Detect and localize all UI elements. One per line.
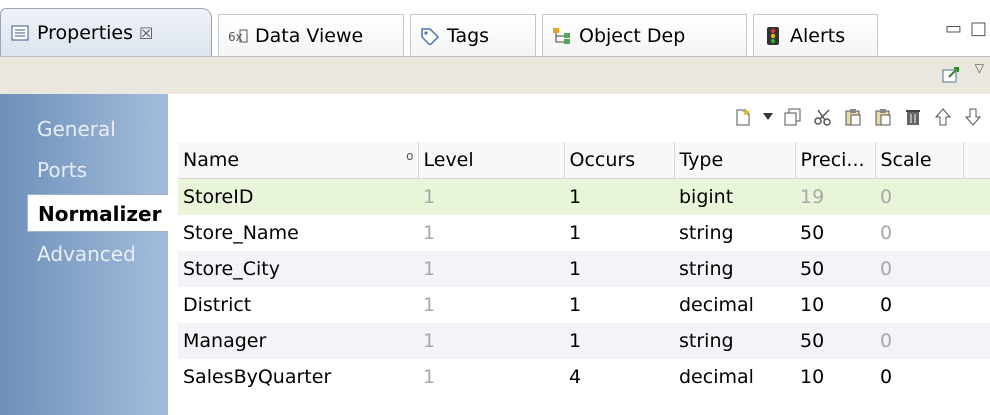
open-editor-icon[interactable] (942, 66, 960, 84)
cell-name[interactable]: Store_City (178, 251, 418, 287)
alerts-icon (762, 25, 784, 47)
cell-name[interactable]: Manager (178, 323, 418, 359)
nav-item-ports[interactable]: Ports (0, 151, 168, 189)
cell-name[interactable]: Store_Name (178, 215, 418, 251)
cell-scale[interactable]: 0 (875, 178, 963, 215)
minimize-icon[interactable]: ▭ (945, 18, 962, 39)
table-row[interactable]: District 1 1 decimal 10 0 (178, 287, 990, 323)
column-header-scale[interactable]: Scale (875, 142, 964, 179)
tag-icon (419, 25, 441, 47)
cell-type[interactable]: decimal (674, 287, 795, 323)
tab-alerts[interactable]: Alerts (753, 14, 878, 56)
column-header-filler (963, 142, 990, 179)
maximize-icon[interactable]: □ (970, 18, 987, 39)
cell-scale[interactable]: 0 (875, 215, 963, 251)
cell-level[interactable]: 1 (418, 323, 564, 359)
properties-section-nav: General Ports Normalizer Advanced (0, 94, 168, 415)
cell-type[interactable]: string (674, 251, 795, 287)
cell-filler (963, 287, 990, 323)
cell-precision[interactable]: 19 (795, 178, 875, 215)
copy-icon[interactable] (782, 105, 804, 129)
cell-occurs[interactable]: 1 (564, 287, 674, 323)
view-tab-bar: Properties ☒ 6x Data Viewe Tags Object D… (0, 0, 990, 57)
cell-precision[interactable]: 10 (795, 359, 875, 395)
cell-type[interactable]: bigint (674, 178, 795, 215)
cell-occurs[interactable]: 1 (564, 215, 674, 251)
cell-name[interactable]: District (178, 287, 418, 323)
view-toolbar-band: ▽ (0, 57, 990, 94)
cell-precision[interactable]: 50 (795, 323, 875, 359)
tab-properties[interactable]: Properties ☒ (0, 8, 212, 57)
cell-type[interactable]: decimal (674, 359, 795, 395)
cell-occurs[interactable]: 1 (564, 323, 674, 359)
cell-precision[interactable]: 10 (795, 287, 875, 323)
column-header-occurs[interactable]: Occurs (564, 142, 675, 179)
cut-icon[interactable] (812, 105, 834, 129)
cell-filler (963, 178, 990, 215)
cell-level[interactable]: 1 (418, 287, 564, 323)
normalizer-ports-table: Name o Level Occurs Type Preci... Scale S… (178, 142, 990, 395)
close-icon[interactable]: ☒ (139, 24, 153, 43)
column-resize-icon: o (406, 149, 414, 163)
paste-icon[interactable] (842, 105, 864, 129)
cell-name[interactable]: StoreID (178, 178, 418, 215)
column-header-precision[interactable]: Preci... (795, 142, 876, 179)
table-row[interactable]: StoreID 1 1 bigint 19 0 (178, 178, 990, 215)
column-header-level[interactable]: Level (418, 142, 565, 179)
properties-icon (9, 22, 31, 44)
table-row[interactable]: Manager 1 1 string 50 0 (178, 323, 990, 359)
cell-level[interactable]: 1 (418, 251, 564, 287)
tab-object-dependency[interactable]: Object Dep (542, 14, 747, 56)
cell-type[interactable]: string (674, 323, 795, 359)
cell-precision[interactable]: 50 (795, 215, 875, 251)
new-icon[interactable] (732, 105, 754, 129)
tab-tags[interactable]: Tags (410, 14, 536, 56)
cell-occurs[interactable]: 1 (564, 251, 674, 287)
delete-icon[interactable] (902, 105, 924, 129)
nav-item-normalizer[interactable]: Normalizer (27, 194, 168, 232)
cell-scale[interactable]: 0 (875, 251, 963, 287)
cell-scale[interactable]: 0 (875, 323, 963, 359)
cell-type[interactable]: string (674, 215, 795, 251)
cell-filler (963, 215, 990, 251)
cell-precision[interactable]: 50 (795, 251, 875, 287)
cell-scale[interactable]: 0 (875, 287, 963, 323)
cell-level[interactable]: 1 (418, 215, 564, 251)
normalizer-panel: Name o Level Occurs Type Preci... Scale S… (168, 94, 990, 415)
column-header-type[interactable]: Type (674, 142, 796, 179)
cell-filler (963, 359, 990, 395)
table-row[interactable]: SalesByQuarter 1 4 decimal 10 0 (178, 359, 990, 395)
table-row[interactable]: Store_Name 1 1 string 50 0 (178, 215, 990, 251)
grid-toolbar (732, 104, 984, 130)
cell-level[interactable]: 1 (418, 359, 564, 395)
nav-item-general[interactable]: General (0, 110, 168, 148)
data-viewer-icon: 6x (227, 25, 249, 47)
view-menu-icon[interactable]: ▽ (975, 61, 984, 75)
column-header-name[interactable]: Name o (178, 142, 419, 179)
tab-label: Data Viewe (255, 24, 364, 47)
tab-label: Tags (447, 24, 490, 47)
cell-level[interactable]: 1 (418, 178, 564, 215)
tab-label: Alerts (790, 24, 846, 47)
cell-filler (963, 323, 990, 359)
table-header-row: Name o Level Occurs Type Preci... Scale (178, 142, 990, 179)
dropdown-arrow-icon[interactable] (762, 105, 774, 129)
paste-icon[interactable] (872, 105, 894, 129)
object-dependency-icon (551, 25, 573, 47)
tab-data-viewer[interactable]: 6x Data Viewe (218, 14, 404, 56)
cell-occurs[interactable]: 1 (564, 178, 674, 215)
move-down-icon[interactable] (962, 105, 984, 129)
cell-scale[interactable]: 0 (875, 359, 963, 395)
cell-name[interactable]: SalesByQuarter (178, 359, 418, 395)
cell-occurs[interactable]: 4 (564, 359, 674, 395)
cell-filler (963, 251, 990, 287)
nav-item-advanced[interactable]: Advanced (0, 235, 168, 273)
table-row[interactable]: Store_City 1 1 string 50 0 (178, 251, 990, 287)
move-up-icon[interactable] (932, 105, 954, 129)
tab-label: Object Dep (579, 24, 686, 47)
tab-label: Properties (37, 22, 134, 44)
